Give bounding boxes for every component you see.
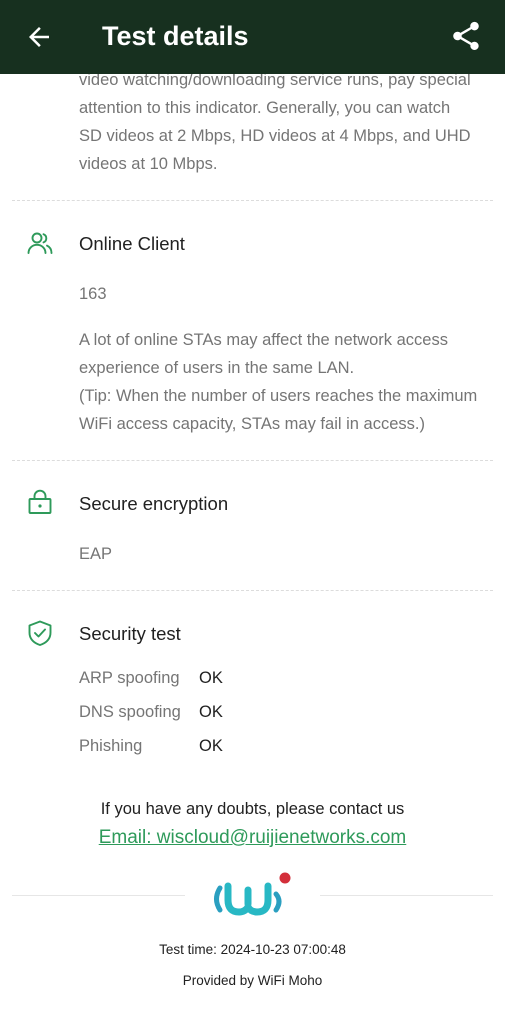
shield-check-icon bbox=[28, 620, 52, 646]
lock-icon bbox=[28, 489, 52, 514]
test-time: Test time: 2024-10-23 07:00:48 bbox=[159, 942, 346, 957]
contact-prompt: If you have any doubts, please contact u… bbox=[100, 800, 405, 818]
description-line: WiFi access capacity, STAs may fail in a… bbox=[79, 415, 425, 433]
logo-divider-left bbox=[12, 895, 185, 896]
online-client-title: Online Client bbox=[79, 233, 185, 254]
security-test-row: Phishing OK bbox=[79, 735, 223, 757]
description-line: videos at 10 Mbps. bbox=[79, 155, 218, 173]
email-link-row: Email: wiscloud@ruijienetworks.com bbox=[0, 825, 505, 851]
back-arrow-icon[interactable] bbox=[24, 22, 54, 52]
secure-encryption-title: Secure encryption bbox=[79, 493, 229, 514]
users-icon bbox=[27, 232, 53, 254]
security-test-row: DNS spoofing OK bbox=[79, 701, 223, 723]
security-test-result: OK bbox=[199, 669, 223, 687]
security-test-title: Security test bbox=[79, 623, 181, 644]
description-line: A lot of online STAs may affect the netw… bbox=[79, 331, 448, 349]
bandwidth-description: video watching/downloading service runs,… bbox=[79, 74, 489, 178]
security-test-result: OK bbox=[199, 737, 223, 755]
security-test-label: Phishing bbox=[79, 737, 143, 755]
provided-by: Provided by WiFi Moho bbox=[182, 973, 323, 988]
app-bar: Test details bbox=[0, 0, 505, 74]
logo-divider-right bbox=[320, 895, 493, 896]
description-line: attention to this indicator. Generally, … bbox=[79, 99, 451, 117]
description-line: video watching/downloading service runs,… bbox=[79, 74, 471, 89]
details-content[interactable]: video watching/downloading service runs,… bbox=[0, 74, 505, 1024]
section-divider bbox=[12, 460, 493, 461]
security-test-label: DNS spoofing bbox=[79, 703, 181, 721]
page-title: Test details bbox=[102, 21, 249, 51]
email-link[interactable]: Email: wiscloud@ruijienetworks.com bbox=[99, 827, 407, 848]
description-line: (Tip: When the number of users reaches t… bbox=[79, 387, 478, 405]
online-client-count: 163 bbox=[79, 285, 107, 303]
encryption-type: EAP bbox=[79, 545, 113, 563]
share-icon[interactable] bbox=[449, 19, 483, 53]
wifi-moho-logo bbox=[214, 872, 291, 916]
section-divider bbox=[12, 590, 493, 591]
description-line: SD videos at 2 Mbps, HD videos at 4 Mbps… bbox=[79, 127, 471, 145]
description-line: experience of users in the same LAN. bbox=[79, 359, 355, 377]
online-client-description: A lot of online STAs may affect the netw… bbox=[79, 326, 494, 438]
security-test-label: ARP spoofing bbox=[79, 669, 180, 687]
section-divider bbox=[12, 200, 493, 201]
security-test-result: OK bbox=[199, 703, 223, 721]
security-test-row: ARP spoofing OK bbox=[79, 667, 223, 689]
